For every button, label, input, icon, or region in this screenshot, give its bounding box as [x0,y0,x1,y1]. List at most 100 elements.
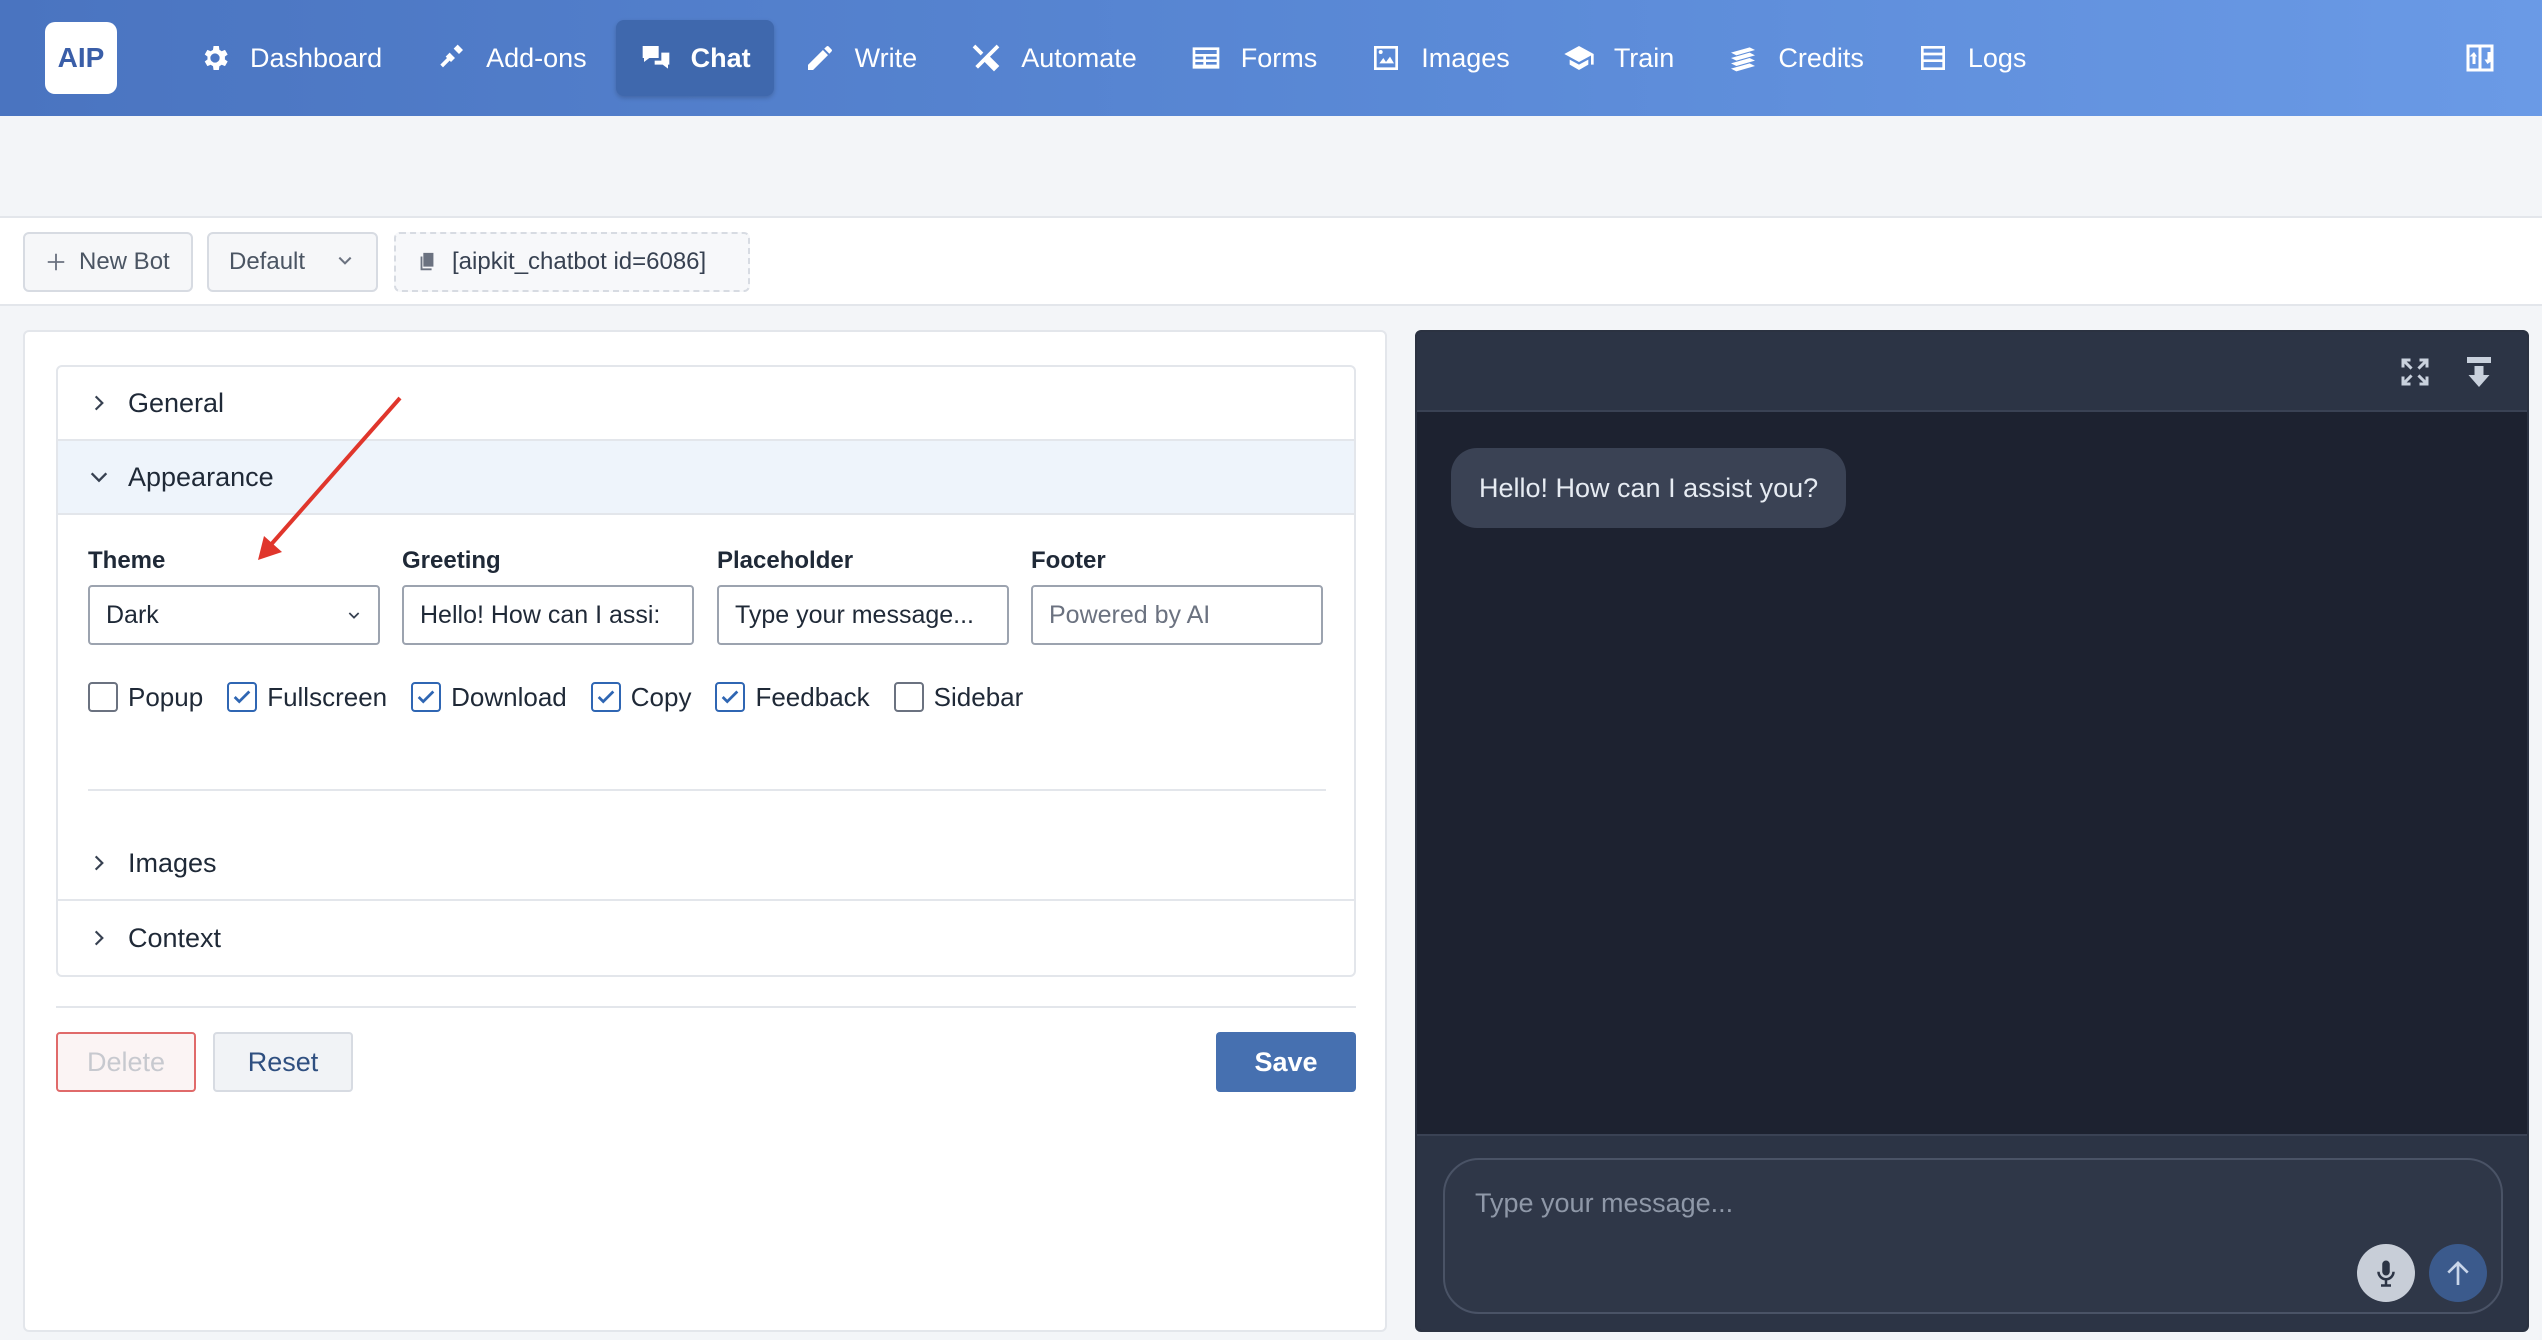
checkbox-box[interactable] [227,682,258,712]
checkbox-box[interactable] [411,682,442,712]
arrow-up-icon [2447,1261,2469,1285]
graduation-cap-icon [1562,41,1596,75]
chevron-down-icon [348,612,360,619]
microphone-icon [2377,1260,2395,1287]
header-band [0,116,2542,218]
section-general-header[interactable]: General [58,367,1354,441]
nav-item-logs[interactable]: Logs [1893,20,2050,96]
microphone-button[interactable] [2357,1244,2415,1302]
footer-input[interactable]: Powered by AI [1031,585,1323,645]
section-context-header[interactable]: Context [58,901,1354,975]
nav-label: Train [1613,42,1675,73]
nav-label: Forms [1240,42,1318,73]
pencil-icon [803,41,837,75]
chat-bubbles-icon [639,41,673,75]
nav-item-automate[interactable]: Automate [946,20,1160,96]
checkbox-box[interactable] [88,682,118,712]
copy-checkbox[interactable]: Copy [590,681,692,713]
nav-label: Credits [1778,42,1864,73]
chat-input-placeholder: Type your message... [1475,1188,1734,1218]
top-navigation-bar: AIP Dashboard Add-ons Chat Write Automat… [0,0,2542,116]
greeting-input[interactable]: Hello! How can I assi: [402,585,694,645]
bot-greeting-bubble: Hello! How can I assist you? [1451,448,1847,528]
plus-icon [47,253,65,271]
section-title: Appearance [128,461,274,492]
checkbox-label: Feedback [755,681,870,712]
fullscreen-icon[interactable] [2397,354,2433,390]
download-checkbox[interactable]: Download [411,682,567,713]
nav-item-add-ons[interactable]: Add-ons [411,20,610,96]
send-button[interactable] [2429,1244,2487,1302]
checkbox-label: Fullscreen [267,681,388,712]
chevron-right-icon [88,927,110,949]
settings-panel: General Appearance Theme Dark Greeting H… [23,330,1387,1332]
coins-icon [1726,41,1760,75]
chevron-right-icon [88,852,110,874]
bot-select-value: Default [229,248,306,275]
placeholder-input[interactable]: Type your message... [717,585,1009,645]
appearance-options: Popup Fullscreen Download Copy Feedback … [88,679,1047,715]
checkmark-icon [597,690,615,704]
new-bot-label: New Bot [79,248,170,275]
footer-divider [56,1006,1356,1008]
nav-label: Images [1421,42,1510,73]
checkbox-box[interactable] [893,682,924,712]
layout-toggle-icon[interactable] [2462,40,2498,76]
save-button[interactable]: Save [1216,1032,1356,1092]
download-icon[interactable] [2461,354,2497,390]
chat-input-area: Type your message... [1417,1134,2527,1330]
section-title: General [128,387,225,418]
copy-icon [420,252,434,271]
list-icon [1916,41,1950,75]
bot-toolbar: New Bot Default [aipkit_chatbot id=6086] [0,218,2542,306]
app-logo[interactable]: AIP [45,22,117,94]
checkbox-label: Sidebar [933,681,1024,712]
section-title: Images [128,847,217,878]
nav-item-forms[interactable]: Forms [1166,20,1341,96]
checkmark-icon [417,690,435,704]
footer-label: Footer [1031,547,1106,574]
nav-item-write[interactable]: Write [780,20,941,96]
nav-item-dashboard[interactable]: Dashboard [175,20,405,96]
bot-select-dropdown[interactable]: Default [207,232,378,292]
theme-label: Theme [88,547,166,574]
sidebar-checkbox[interactable]: Sidebar [893,681,1024,713]
reset-button[interactable]: Reset [213,1032,353,1092]
theme-value: Dark [106,600,159,629]
nav-item-images[interactable]: Images [1346,20,1533,96]
nav-label: Chat [690,42,751,73]
chat-message-input[interactable]: Type your message... [1443,1158,2503,1314]
theme-select[interactable]: Dark [88,585,380,645]
checkbox-label: Download [451,681,567,712]
shortcode-text: [aipkit_chatbot id=6086] [452,248,707,275]
checkbox-label: Popup [128,681,204,712]
chevron-down-icon [338,256,352,265]
section-divider [88,789,1326,791]
nav-label: Automate [1021,42,1137,73]
checkmark-icon [233,690,251,704]
fullscreen-checkbox[interactable]: Fullscreen [227,682,387,713]
feedback-checkbox[interactable]: Feedback [715,681,870,713]
nav-item-chat[interactable]: Chat [615,20,774,96]
chevron-down-icon [88,466,110,488]
new-bot-button[interactable]: New Bot [23,232,193,292]
checkbox-box[interactable] [715,682,746,712]
placeholder-label: Placeholder [717,547,854,574]
nav-label: Write [854,42,918,73]
nav-item-credits[interactable]: Credits [1703,20,1887,96]
popup-checkbox[interactable]: Popup [88,682,203,713]
chat-preview: Hello! How can I assist you? Type your m… [1415,330,2529,1332]
section-title: Context [128,922,222,953]
section-images-header[interactable]: Images [58,827,1354,901]
image-icon [1369,41,1403,75]
section-appearance-header[interactable]: Appearance [58,441,1354,515]
nav-item-train[interactable]: Train [1539,20,1698,96]
shortcode-copy-button[interactable]: [aipkit_chatbot id=6086] [394,232,750,292]
delete-button[interactable]: Delete [56,1032,196,1092]
appearance-section-body: Theme Dark Greeting Hello! How can I ass… [58,517,1354,827]
checkbox-box[interactable] [590,682,621,712]
greeting-label: Greeting [402,547,501,574]
form-icon [1189,41,1223,75]
nav-label: Add-ons [486,42,587,73]
checkbox-label: Copy [630,681,692,712]
